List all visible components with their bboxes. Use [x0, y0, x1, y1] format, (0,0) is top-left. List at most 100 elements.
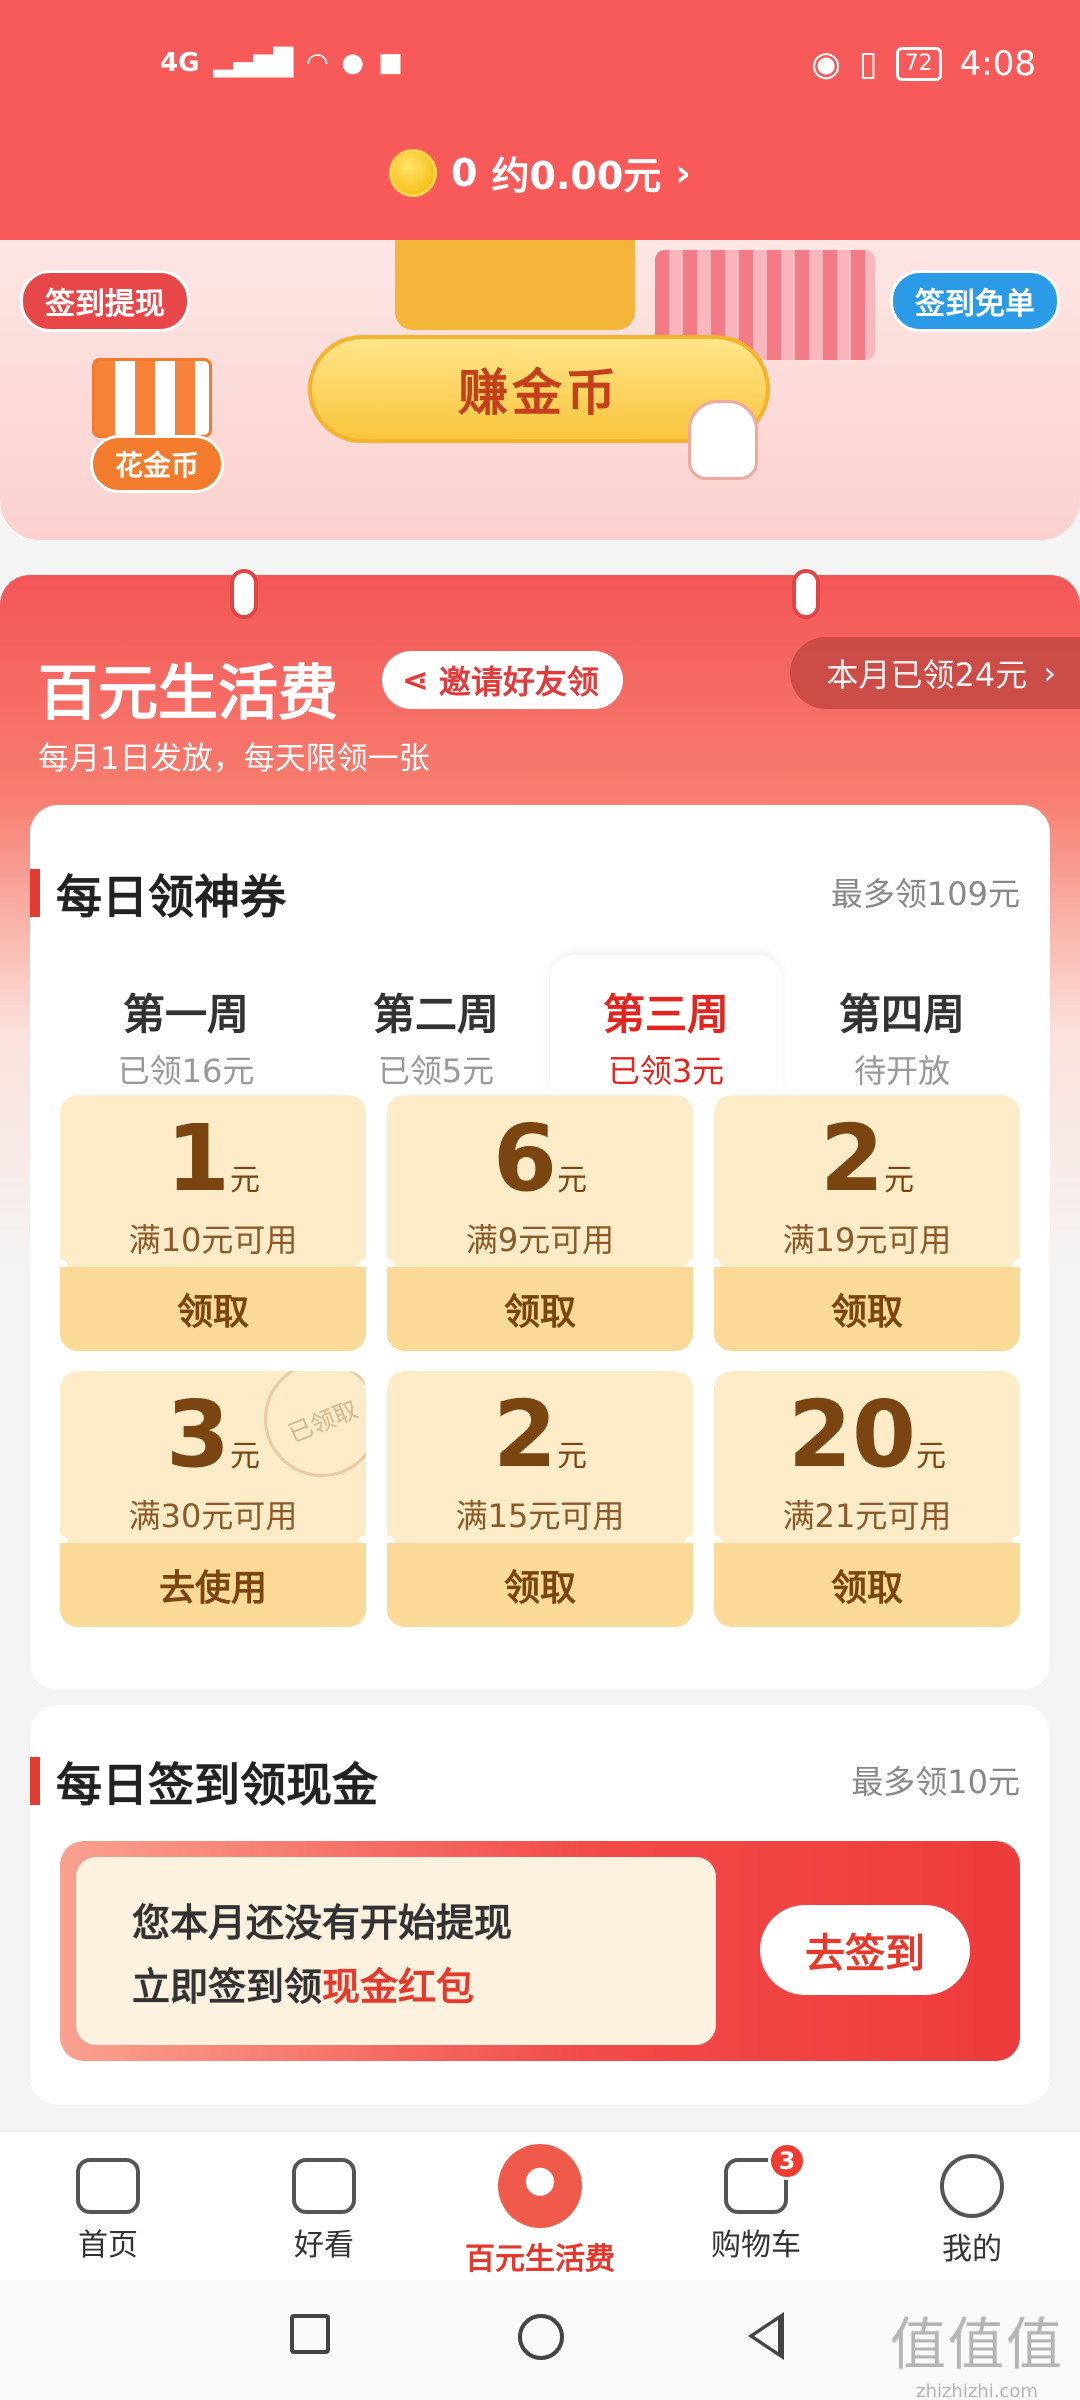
- claim-button[interactable]: 领取: [714, 1543, 1020, 1627]
- shop-icon[interactable]: [92, 358, 212, 438]
- nav-videos[interactable]: 好看: [216, 2132, 432, 2280]
- nav-label: 百元生活费: [465, 2242, 615, 2277]
- coupon-card: 1元 满10元可用 领取: [60, 1095, 366, 1351]
- coupon-amount: 20: [787, 1381, 917, 1488]
- red-envelope-icon: [498, 2144, 582, 2228]
- nav-cart[interactable]: 3 购物车: [648, 2132, 864, 2280]
- checkin-prompt-text: 立即签到领现金红包: [132, 1955, 716, 2019]
- coupon-unit: 元: [230, 1439, 260, 1474]
- coupon-card: 20元 满21元可用 领取: [714, 1371, 1020, 1627]
- cash-reward-box: 您本月还没有开始提现 立即签到领现金红包 去签到: [60, 1841, 1020, 2061]
- week-tabs: 第一周 已领16元 第二周 已领5元 第三周 已领3元 第四周 待开放: [30, 955, 1050, 1095]
- calendar-ring-icon: [792, 569, 820, 619]
- week-status: 待开放: [853, 1052, 950, 1090]
- tab-week-4[interactable]: 第四周 待开放: [786, 955, 1018, 1095]
- bottom-nav: 首页 好看 百元生活费 3 购物车 我的: [0, 2130, 1080, 2280]
- promo-banner: 签到提现 签到免单 花金币 赚金币: [0, 240, 1080, 540]
- withdraw-status-text: 您本月还没有开始提现: [132, 1901, 513, 1945]
- watermark-text: 值值值: [890, 2313, 1064, 2378]
- coupon-value: 6元: [387, 1105, 693, 1212]
- coupon-unit: 元: [557, 1163, 587, 1198]
- app-notification-icon-2: ■: [378, 48, 403, 78]
- coin-count: 0: [451, 150, 478, 195]
- recent-apps-button[interactable]: [290, 2314, 330, 2354]
- go-checkin-button[interactable]: 去签到: [760, 1905, 970, 1995]
- eye-icon: ◉: [811, 44, 841, 84]
- battery-icon: 72: [895, 47, 942, 81]
- coupon-unit: 元: [884, 1163, 914, 1198]
- coupon-condition: 满21元可用: [782, 1497, 952, 1535]
- claim-button[interactable]: 领取: [60, 1267, 366, 1351]
- watermark-url: zhizhizhi.com: [916, 2381, 1038, 2400]
- checkin-withdraw-tag[interactable]: 签到提现: [20, 270, 190, 332]
- nav-home[interactable]: 首页: [0, 2132, 216, 2280]
- section-header: 每日领神券 最多领109元: [30, 861, 1050, 924]
- wifi-icon: ◠: [307, 48, 328, 78]
- status-bar: 4G ▂▄▆█ ◠ ● ■ ◉ ▯ 72 4:08: [0, 0, 1080, 130]
- week-status: 已领16元: [117, 1052, 255, 1090]
- coupon-amount: 6: [492, 1105, 557, 1212]
- profile-icon: [940, 2154, 1004, 2218]
- checkin-free-order-tag[interactable]: 签到免单: [890, 270, 1060, 332]
- tab-week-2[interactable]: 第二周 已领5元: [320, 955, 552, 1095]
- monthly-received-button[interactable]: 本月已领24元 ›: [790, 637, 1080, 709]
- nav-label: 我的: [942, 2232, 1002, 2267]
- coupon-amount: 2: [819, 1105, 884, 1212]
- coin-balance[interactable]: 0 约0.00元 ›: [0, 145, 1080, 200]
- coupon-value: 2元: [714, 1105, 1020, 1212]
- invite-label: 邀请好友领: [438, 663, 599, 701]
- daily-checkin-panel: 每日签到领现金 最多领10元 您本月还没有开始提现 立即签到领现金红包 去签到: [30, 1705, 1050, 2105]
- section-header: 每日签到领现金 最多领10元: [30, 1749, 1050, 1812]
- spend-coins-tag[interactable]: 花金币: [90, 435, 225, 493]
- tab-week-1[interactable]: 第一周 已领16元: [70, 955, 302, 1095]
- section-title: 每日领神券: [56, 870, 286, 924]
- page-subtitle: 每月1日发放，每天限领一张: [38, 741, 430, 777]
- vibrate-icon: ▯: [858, 44, 878, 84]
- coupon-condition: 满30元可用: [128, 1497, 298, 1535]
- nav-label: 首页: [78, 2228, 138, 2263]
- coupon-card: 2元 满15元可用 领取: [387, 1371, 693, 1627]
- coupon-card: 已领取 3元 满30元可用 去使用: [60, 1371, 366, 1627]
- coupon-card: 6元 满9元可用 领取: [387, 1095, 693, 1351]
- status-right: ◉ ▯ 72 4:08: [811, 44, 1036, 84]
- week-name: 第一周: [122, 990, 249, 1039]
- week-status: 已领3元: [607, 1052, 725, 1090]
- top-header: 4G ▂▄▆█ ◠ ● ■ ◉ ▯ 72 4:08 0 约0.00元 ›: [0, 0, 1080, 240]
- video-icon: [292, 2158, 356, 2214]
- coupon-value: 2元: [387, 1381, 693, 1488]
- chevron-right-icon: ›: [675, 150, 691, 195]
- coupon-condition: 满19元可用: [782, 1221, 952, 1259]
- pointing-hand-icon: [688, 400, 758, 480]
- invite-friends-button[interactable]: ⋖ 邀请好友领: [382, 651, 623, 709]
- section-accent-bar: [30, 1757, 40, 1805]
- section-max-amount: 最多领10元: [851, 1763, 1020, 1801]
- system-nav-bar: 值值值 zhizhizhi.com: [0, 2280, 1080, 2400]
- coupon-unit: 元: [557, 1439, 587, 1474]
- coupon-unit: 元: [916, 1439, 947, 1474]
- calendar-ring-icon: [230, 569, 258, 619]
- app-notification-icon: ●: [341, 48, 365, 78]
- nav-living-allowance[interactable]: 百元生活费: [432, 2132, 648, 2280]
- daily-coupons-panel: 每日领神券 最多领109元 第一周 已领16元 第二周 已领5元 第三周 已领3…: [30, 805, 1050, 1690]
- claim-button[interactable]: 领取: [387, 1267, 693, 1351]
- coupon-card: 2元 满19元可用 领取: [714, 1095, 1020, 1351]
- coupon-amount: 2: [492, 1381, 557, 1488]
- tab-week-3[interactable]: 第三周 已领3元: [550, 955, 782, 1095]
- monthly-received-label: 本月已领24元: [826, 656, 1028, 694]
- coupon-condition: 满9元可用: [465, 1221, 615, 1259]
- nav-label: 好看: [294, 2228, 354, 2263]
- back-button[interactable]: [748, 2312, 784, 2360]
- claim-button[interactable]: 领取: [714, 1267, 1020, 1351]
- week-name: 第二周: [372, 990, 499, 1039]
- week-name: 第三周: [602, 990, 729, 1039]
- status-left: 4G ▂▄▆█ ◠ ● ■: [160, 48, 403, 78]
- section-title: 每日签到领现金: [56, 1758, 378, 1812]
- use-coupon-button[interactable]: 去使用: [60, 1543, 366, 1627]
- claim-button[interactable]: 领取: [387, 1543, 693, 1627]
- section-max-amount: 最多领109元: [830, 875, 1020, 913]
- watermark: 值值值 zhizhizhi.com: [890, 2300, 1064, 2400]
- mascot-illustration: [395, 240, 635, 330]
- home-icon: [76, 2158, 140, 2214]
- home-button[interactable]: [518, 2314, 564, 2360]
- nav-profile[interactable]: 我的: [864, 2132, 1080, 2280]
